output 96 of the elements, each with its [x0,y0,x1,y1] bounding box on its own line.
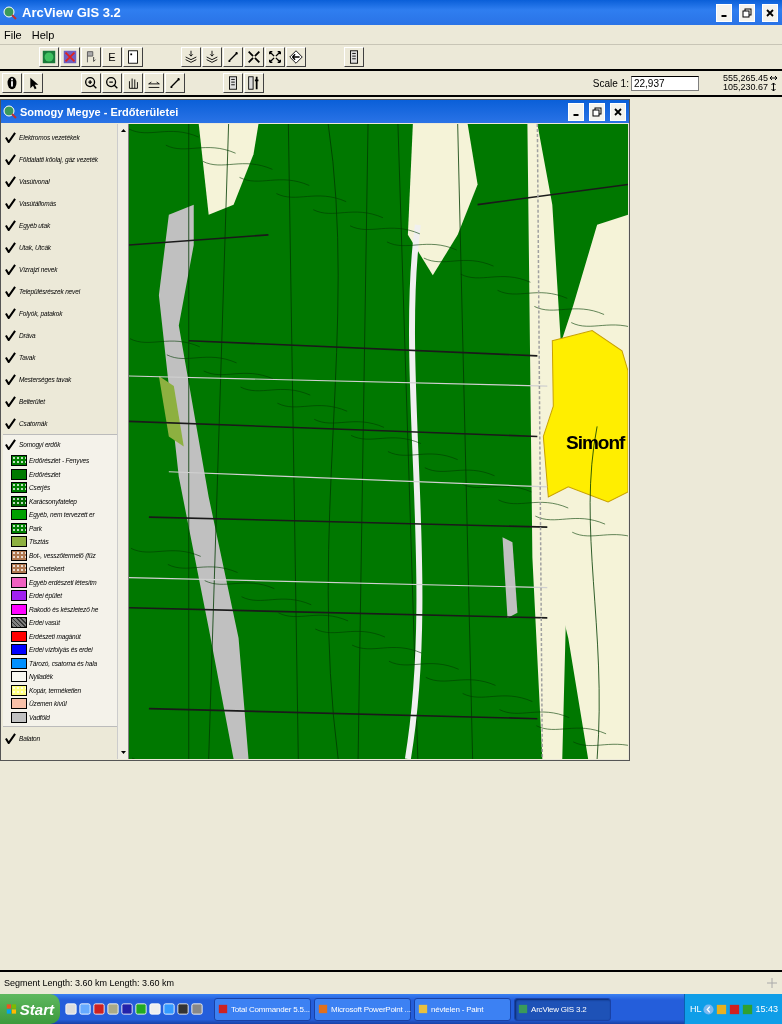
close-button[interactable] [610,102,626,121]
expand-icon [267,49,283,65]
tool-button[interactable] [123,73,143,93]
tool-button[interactable] [244,47,264,67]
close-button[interactable] [762,3,778,22]
tool-button[interactable] [181,47,201,67]
minimize-button[interactable] [568,102,584,121]
tool-button[interactable] [344,47,364,67]
layers-icon [183,49,199,65]
edit-button[interactable]: E [102,47,122,67]
close-icon [613,106,623,117]
restore-icon [592,106,602,117]
app-shortcut-icon[interactable] [65,1003,77,1015]
window-title: ArcView GIS 3.2 [22,5,122,20]
app-shortcut-icon[interactable] [79,1003,91,1015]
layer-checkbox[interactable] [5,285,16,297]
taskbar-button[interactable]: Total Commander 5.5... [214,997,311,1021]
view-title: Somogy Megye - Erdőterületei [20,105,180,118]
arrow-diamond-icon [288,49,304,65]
restore-button[interactable] [589,102,605,121]
scale-field[interactable]: 22,937 [630,75,699,91]
tool-button[interactable] [244,73,264,93]
tool-button[interactable] [223,73,243,93]
taskbar-button[interactable]: névtelen - Paint [414,997,511,1021]
layer-checkbox[interactable] [5,241,16,253]
page-icon [125,49,141,65]
app-shortcut-icon[interactable] [135,1003,147,1015]
globe-icon [41,49,57,65]
app-shortcut-icon[interactable] [177,1003,189,1015]
zoom-out-icon [104,75,120,91]
layer-checkbox[interactable] [5,307,16,319]
tool-button[interactable] [165,73,185,93]
globe-magnifier-icon [3,104,17,119]
app-shortcut-icon[interactable] [121,1003,133,1015]
layer-checkbox[interactable] [5,197,16,209]
tool-button[interactable] [123,47,143,67]
vertical-arrow-icon [770,83,777,91]
resize-grip-icon[interactable] [766,977,778,989]
app-shortcut-icon[interactable] [191,1003,203,1015]
tool-button[interactable] [265,47,285,67]
menu-item[interactable]: File [4,28,22,41]
tool-button[interactable] [23,73,43,93]
app-shortcut-icon[interactable] [149,1003,161,1015]
layer-checkbox[interactable] [5,732,16,744]
app-icon [418,1004,428,1014]
horizontal-arrow-icon [770,74,777,82]
clock: 15:43 [755,1004,778,1014]
layer-checkbox[interactable] [5,329,16,341]
layer-checkbox[interactable] [5,373,16,385]
layer-checkbox[interactable] [5,395,16,407]
crossed-layer-icon [62,49,78,65]
close-icon [765,7,775,18]
app-icon [518,1004,528,1014]
layer-checkbox[interactable] [5,175,16,187]
app-shortcut-icon[interactable] [107,1003,119,1015]
map-place-label: Simonf [566,432,625,454]
minimize-button[interactable] [716,3,732,22]
taskbar-button[interactable]: ArcView GIS 3.2 [514,997,611,1021]
tool-button[interactable] [223,47,243,67]
globe-magnifier-icon [3,5,17,20]
tool-button[interactable] [81,73,101,93]
app-shortcut-icon[interactable] [93,1003,105,1015]
zoom-in-icon [83,75,99,91]
coordinate-readout: 555,265.45 [722,74,768,83]
tool-button[interactable] [39,47,59,67]
app-shortcut-icon[interactable] [163,1003,175,1015]
minimize-icon [573,113,579,116]
app-icon [218,1004,228,1014]
tool-button[interactable] [60,47,80,67]
menu-item[interactable]: Help [31,28,55,41]
restore-icon [742,7,752,18]
tool-button[interactable] [81,47,101,67]
shrink-icon [246,49,262,65]
tool-button[interactable] [286,47,306,67]
restore-button[interactable] [739,3,755,22]
layer-checkbox[interactable] [5,219,16,231]
chevron-icon[interactable] [703,1003,715,1015]
layer-checkbox[interactable] [5,263,16,275]
layers-icon [204,49,220,65]
layer-checkbox[interactable] [5,153,16,165]
layer-checkbox[interactable] [5,439,16,450]
tool-button[interactable] [102,73,122,93]
tool-button[interactable] [144,73,164,93]
tool-button[interactable] [202,47,222,67]
coordinate-readout: 105,230.67 [722,83,768,92]
taskbar-button[interactable]: Microsoft PowerPoint ... [314,997,411,1021]
app-icon [318,1004,328,1014]
layer-checkbox[interactable] [5,131,16,143]
tool-button[interactable] [2,73,22,93]
scrollbar[interactable] [117,124,128,759]
status-text: Segment Length: 3.60 km Length: 3.60 km [4,978,175,988]
minimize-icon [721,14,727,17]
windows-logo-icon [6,1002,17,1016]
layer-checkbox[interactable] [5,417,16,429]
layer-checkbox[interactable] [5,351,16,363]
scale-label: Scale 1: [592,77,629,89]
